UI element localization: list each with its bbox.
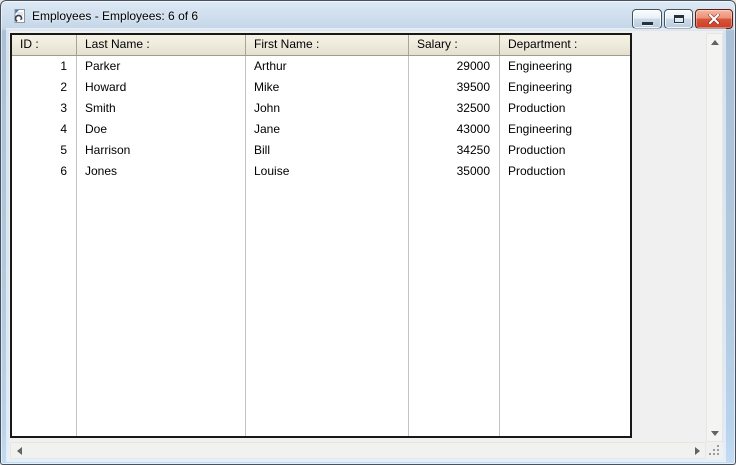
close-icon bbox=[708, 14, 720, 24]
table-cell[interactable]: Howard bbox=[77, 77, 246, 98]
triangle-down-icon bbox=[711, 431, 719, 436]
table-cell[interactable]: Production bbox=[500, 161, 630, 182]
column-header-department[interactable]: Department : bbox=[500, 35, 630, 55]
scroll-up-button[interactable] bbox=[707, 34, 722, 50]
table-row[interactable]: 1 Parker Arthur 29000 Engineering bbox=[12, 56, 630, 77]
triangle-left-icon bbox=[17, 447, 22, 455]
table-cell[interactable]: Doe bbox=[77, 119, 246, 140]
window-title: Employees - Employees: 6 of 6 bbox=[32, 1, 198, 31]
app-window: Employees - Employees: 6 of 6 ID : Last … bbox=[0, 0, 736, 465]
table-cell[interactable]: Engineering bbox=[500, 56, 630, 77]
column-header-salary[interactable]: Salary : bbox=[409, 35, 500, 55]
table-row[interactable]: 3 Smith John 32500 Production bbox=[12, 98, 630, 119]
table-cell[interactable]: Production bbox=[500, 140, 630, 161]
table-cell[interactable]: Jones bbox=[77, 161, 246, 182]
table-row[interactable]: 5 Harrison Bill 34250 Production bbox=[12, 140, 630, 161]
resize-grip[interactable] bbox=[706, 442, 723, 459]
table-cell[interactable]: Smith bbox=[77, 98, 246, 119]
table-cell[interactable]: Louise bbox=[246, 161, 409, 182]
table-cell[interactable]: 29000 bbox=[409, 56, 500, 77]
table-cell[interactable]: 35000 bbox=[409, 161, 500, 182]
table-cell[interactable]: Harrison bbox=[77, 140, 246, 161]
table-row[interactable]: 4 Doe Jane 43000 Engineering bbox=[12, 119, 630, 140]
maximize-button[interactable] bbox=[664, 9, 693, 29]
table-cell[interactable]: Engineering bbox=[500, 119, 630, 140]
table-row[interactable]: 6 Jones Louise 35000 Production bbox=[12, 161, 630, 182]
table-cell[interactable]: 1 bbox=[12, 56, 77, 77]
column-header-id[interactable]: ID : bbox=[12, 35, 77, 55]
client-area: ID : Last Name : First Name : Salary : D… bbox=[9, 31, 723, 459]
table-row[interactable]: 2 Howard Mike 39500 Engineering bbox=[12, 77, 630, 98]
title-bar[interactable]: Employees - Employees: 6 of 6 bbox=[1, 1, 735, 31]
table-rows: 1 Parker Arthur 29000 Engineering 2 Howa… bbox=[12, 56, 630, 436]
app-icon bbox=[11, 8, 27, 24]
table-cell[interactable]: 5 bbox=[12, 140, 77, 161]
vertical-scrollbar[interactable] bbox=[706, 33, 723, 442]
triangle-right-icon bbox=[695, 447, 700, 455]
table-cell[interactable]: Bill bbox=[246, 140, 409, 161]
table-header: ID : Last Name : First Name : Salary : D… bbox=[12, 35, 630, 56]
table-cell[interactable]: Arthur bbox=[246, 56, 409, 77]
table-cell[interactable]: 32500 bbox=[409, 98, 500, 119]
scroll-right-button[interactable] bbox=[689, 443, 705, 458]
table-cell[interactable]: 2 bbox=[12, 77, 77, 98]
table-cell[interactable]: Mike bbox=[246, 77, 409, 98]
column-header-first-name[interactable]: First Name : bbox=[246, 35, 409, 55]
minimize-button[interactable] bbox=[632, 9, 662, 29]
table-cell[interactable]: 34250 bbox=[409, 140, 500, 161]
column-header-last-name[interactable]: Last Name : bbox=[77, 35, 246, 55]
table-cell[interactable]: 4 bbox=[12, 119, 77, 140]
minimize-icon bbox=[642, 22, 653, 25]
table-cell[interactable]: Engineering bbox=[500, 77, 630, 98]
close-button[interactable] bbox=[695, 9, 733, 29]
table-cell[interactable]: Jane bbox=[246, 119, 409, 140]
table-cell[interactable]: 43000 bbox=[409, 119, 500, 140]
triangle-up-icon bbox=[711, 40, 719, 45]
horizontal-scrollbar[interactable] bbox=[10, 442, 706, 459]
employees-table: ID : Last Name : First Name : Salary : D… bbox=[10, 33, 632, 438]
scroll-down-button[interactable] bbox=[707, 425, 722, 441]
scroll-left-button[interactable] bbox=[11, 443, 27, 458]
maximize-icon bbox=[674, 15, 684, 23]
table-cell[interactable]: 3 bbox=[12, 98, 77, 119]
table-cell[interactable]: Parker bbox=[77, 56, 246, 77]
table-cell[interactable]: 6 bbox=[12, 161, 77, 182]
table-cell[interactable]: John bbox=[246, 98, 409, 119]
table-cell[interactable]: Production bbox=[500, 98, 630, 119]
table-cell[interactable]: 39500 bbox=[409, 77, 500, 98]
